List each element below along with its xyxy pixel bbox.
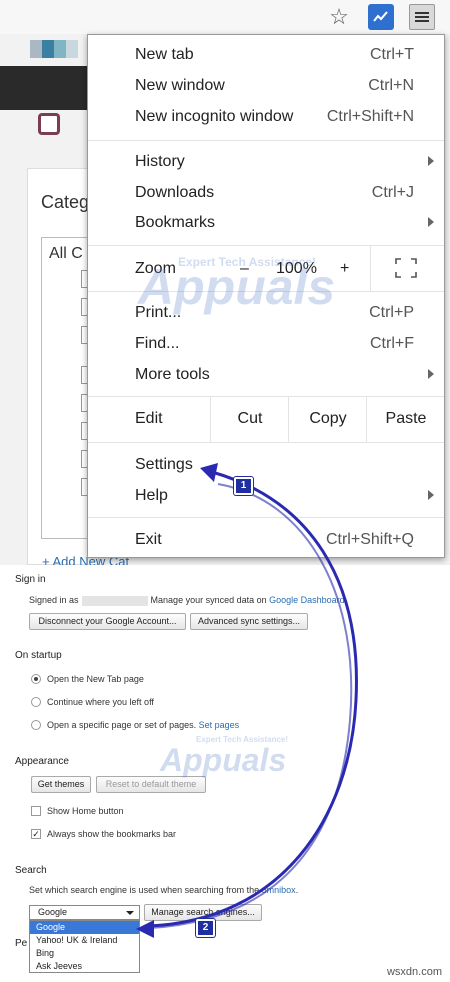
arrowhead-settings (200, 463, 218, 482)
site-watermark: wsxdn.com (386, 966, 442, 978)
step-badge-1: 1 (234, 477, 253, 495)
arrowhead-google (136, 920, 154, 938)
annotation-arrows (136, 463, 358, 938)
arrow-to-settings (149, 470, 358, 928)
step-badge-2: 2 (196, 919, 215, 937)
